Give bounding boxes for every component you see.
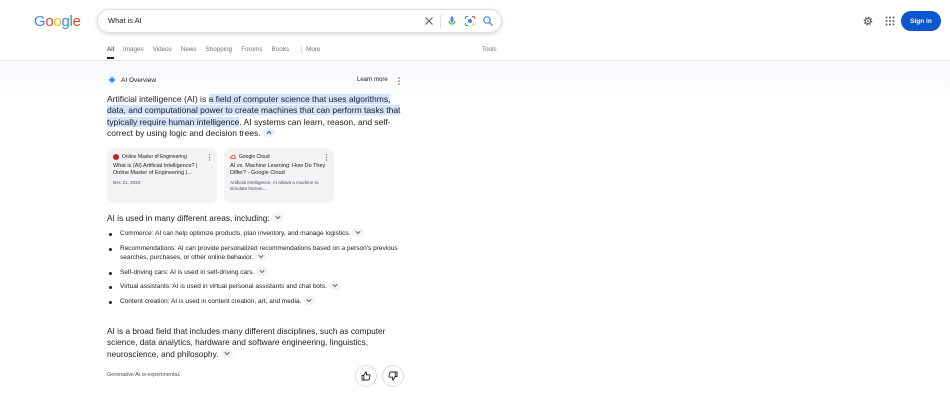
logo-letter-g2: g bbox=[61, 13, 70, 30]
search-icon[interactable] bbox=[482, 15, 494, 27]
list-item-text: Commerce: AI can help optimize products,… bbox=[120, 230, 351, 238]
source-card[interactable]: Online Master of Engineering What is (AI… bbox=[107, 148, 217, 203]
ai-overview-summary: Artificial intelligence (AI) is a field … bbox=[107, 94, 405, 139]
more-options-icon[interactable] bbox=[208, 153, 211, 161]
microphone-icon[interactable] bbox=[446, 15, 458, 27]
list-item: Commerce: AI can help optimize products,… bbox=[107, 228, 407, 239]
tab-images[interactable]: Images bbox=[123, 45, 144, 59]
google-lens-icon[interactable] bbox=[464, 15, 476, 27]
logo-letter-e: e bbox=[72, 13, 81, 30]
collapse-sources-button[interactable] bbox=[262, 128, 275, 138]
tab-books[interactable]: Books bbox=[272, 45, 290, 59]
expand-item-button[interactable] bbox=[255, 252, 268, 262]
expand-item-button[interactable] bbox=[328, 281, 341, 291]
source-title: AI vs. Machine Learning: How Do They Dif… bbox=[230, 163, 326, 176]
source-site-name: Google Cloud bbox=[239, 154, 270, 160]
chevron-down-icon bbox=[275, 216, 281, 220]
tab-shopping[interactable]: Shopping bbox=[206, 45, 233, 59]
source-title: What is (AI) Artificial Intelligence? | … bbox=[113, 163, 198, 176]
summary-text: Artificial intelligence (AI) is bbox=[107, 94, 209, 104]
thumbs-up-icon bbox=[361, 371, 371, 381]
more-options-icon[interactable] bbox=[325, 153, 328, 161]
chevron-down-icon bbox=[259, 269, 265, 274]
list-item: Content creation: AI is used in content … bbox=[107, 295, 407, 307]
closing-paragraph: AI is a broad field that includes many d… bbox=[107, 326, 407, 360]
chevron-down-icon bbox=[306, 298, 312, 303]
logo-letter-g: G bbox=[34, 13, 46, 30]
closing-text: AI is a broad field that includes many d… bbox=[107, 326, 386, 359]
google-logo[interactable]: Google bbox=[34, 13, 81, 30]
chevron-down-icon bbox=[332, 284, 338, 288]
list-item: Recommendations: AI can provide personal… bbox=[107, 244, 407, 264]
chevron-up-icon bbox=[266, 130, 272, 135]
source-date: Dec 21, 2023 bbox=[113, 180, 141, 185]
list-item: Self-driving cars: AI is used in self-dr… bbox=[107, 266, 407, 278]
list-item-text: Content creation: AI is used in content … bbox=[120, 298, 302, 306]
tab-all[interactable]: All bbox=[107, 45, 114, 59]
source-snippet: Artificial intelligence. AI allows a mac… bbox=[230, 180, 319, 191]
list-heading-text: AI is used in many different areas, incl… bbox=[107, 213, 270, 223]
source-site-name: Online Master of Engineering bbox=[122, 154, 187, 160]
expand-item-button[interactable] bbox=[303, 295, 316, 305]
expand-heading-button[interactable] bbox=[271, 213, 284, 223]
search-results-page: Google What is AI Sign in All Images Vid… bbox=[0, 0, 950, 405]
tab-videos[interactable]: Videos bbox=[153, 45, 172, 59]
thumbs-up-button[interactable] bbox=[355, 365, 377, 387]
thumbs-down-button[interactable] bbox=[382, 365, 404, 387]
source-card[interactable]: Google Cloud AI vs. Machine Learning: Ho… bbox=[224, 148, 334, 203]
expand-closing-button[interactable] bbox=[220, 348, 233, 358]
sparkle-icon bbox=[107, 75, 117, 85]
search-input[interactable]: What is AI bbox=[108, 16, 142, 25]
ai-overview-header: AI Overview bbox=[107, 75, 156, 85]
settings-gear-icon[interactable] bbox=[862, 15, 874, 27]
chevron-down-icon bbox=[224, 351, 230, 356]
experimental-note: Generative AI is experimental. bbox=[107, 372, 181, 378]
uses-list: Commerce: AI can help optimize products,… bbox=[107, 228, 407, 311]
more-options-icon[interactable] bbox=[396, 76, 402, 86]
list-item-text: Virtual assistants: AI is used in virtua… bbox=[120, 283, 327, 291]
expand-item-button[interactable] bbox=[256, 266, 269, 276]
list-item: Virtual assistants: AI is used in virtua… bbox=[107, 281, 407, 292]
google-apps-grid-icon[interactable] bbox=[884, 15, 896, 27]
search-tabs: All Images Videos News Shopping Forums B… bbox=[107, 45, 329, 59]
search-divider bbox=[440, 15, 441, 28]
learn-more-link[interactable]: Learn more bbox=[357, 77, 388, 83]
ai-overview-title: AI Overview bbox=[121, 76, 157, 84]
tab-forums[interactable]: Forums bbox=[241, 45, 262, 59]
chevron-down-icon bbox=[355, 230, 361, 235]
thumbs-down-icon bbox=[388, 371, 398, 381]
close-icon[interactable] bbox=[423, 15, 435, 27]
tab-more[interactable]: ⋮ More bbox=[298, 45, 320, 59]
list-heading: AI is used in many different areas, incl… bbox=[107, 213, 284, 223]
sign-in-button[interactable]: Sign in bbox=[901, 11, 941, 31]
tools-button[interactable]: Tools bbox=[482, 45, 497, 55]
chevron-down-icon bbox=[258, 255, 264, 259]
tab-news[interactable]: News bbox=[181, 45, 197, 59]
search-box[interactable]: What is AI bbox=[97, 9, 502, 33]
list-item-text: Self-driving cars: AI is used in self-dr… bbox=[120, 269, 255, 277]
google-cloud-favicon-icon bbox=[230, 154, 236, 159]
expand-item-button[interactable] bbox=[352, 228, 365, 237]
source-favicon-icon bbox=[113, 154, 119, 160]
